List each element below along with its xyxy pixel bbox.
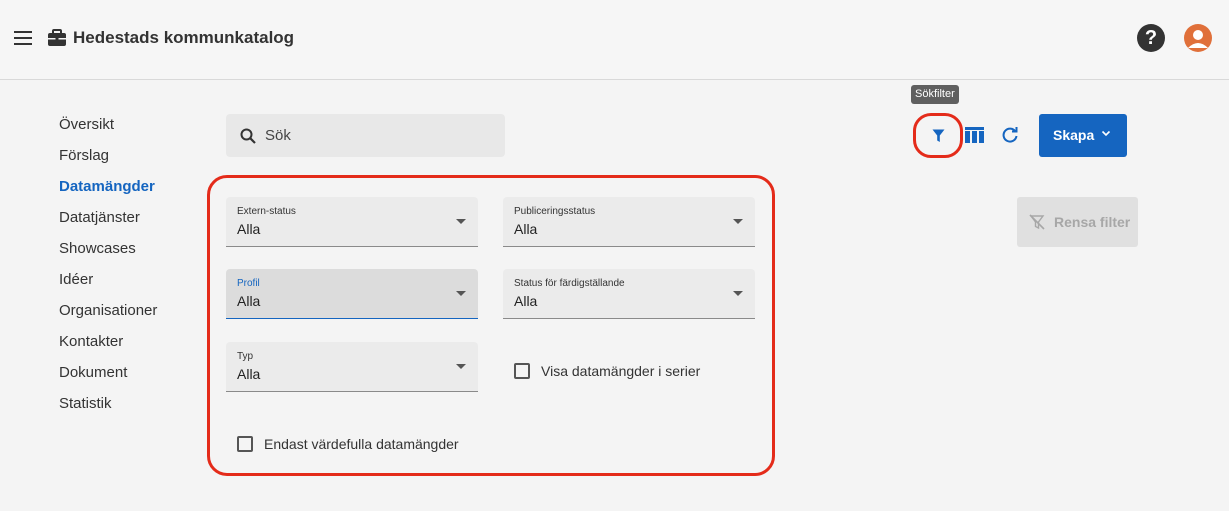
create-button[interactable]: Skapa xyxy=(1039,114,1127,157)
dropdown-arrow-icon xyxy=(456,364,466,369)
dropdown-arrow-icon xyxy=(733,291,743,296)
typ-select[interactable]: Typ Alla xyxy=(226,342,478,392)
visa-serier-label: Visa datamängder i serier xyxy=(541,363,701,379)
profil-label: Profil xyxy=(237,278,260,289)
sidebar-item-forslag[interactable]: Förslag xyxy=(59,145,157,176)
filter-icon xyxy=(932,129,945,142)
clear-filter-button[interactable]: Rensa filter xyxy=(1017,197,1138,247)
endast-vardefulla-checkbox-row[interactable]: Endast värdefulla datamängder xyxy=(237,436,459,452)
sidebar-item-dokument[interactable]: Dokument xyxy=(59,362,157,393)
sidebar-item-kontakter[interactable]: Kontakter xyxy=(59,331,157,362)
sidebar-item-organisationer[interactable]: Organisationer xyxy=(59,300,157,331)
filter-button[interactable] xyxy=(913,113,963,158)
chevron-down-icon xyxy=(1101,130,1111,137)
search-icon xyxy=(240,128,256,144)
search-input[interactable] xyxy=(265,114,495,157)
menu-icon[interactable] xyxy=(14,31,32,45)
extern-status-label: Extern-status xyxy=(237,206,296,217)
sidebar-item-datatjanster[interactable]: Datatjänster xyxy=(59,207,157,238)
extern-status-select[interactable]: Extern-status Alla xyxy=(226,197,478,247)
sidebar-nav: Översikt Förslag Datamängder Datatjänste… xyxy=(59,114,157,424)
extern-status-value: Alla xyxy=(237,221,261,237)
endast-vardefulla-checkbox[interactable] xyxy=(237,436,253,452)
refresh-icon[interactable] xyxy=(1001,126,1019,144)
sidebar-item-showcases[interactable]: Showcases xyxy=(59,238,157,269)
publiceringsstatus-value: Alla xyxy=(514,221,538,237)
dropdown-arrow-icon xyxy=(733,219,743,224)
columns-icon[interactable] xyxy=(965,127,984,143)
sidebar-item-oversikt[interactable]: Översikt xyxy=(59,114,157,145)
typ-value: Alla xyxy=(237,366,261,382)
status-fardigstallande-label: Status för färdigställande xyxy=(514,278,625,289)
sidebar-item-datamangder[interactable]: Datamängder xyxy=(59,176,157,207)
briefcase-icon xyxy=(48,29,66,46)
typ-label: Typ xyxy=(237,351,254,362)
status-fardigstallande-select[interactable]: Status för färdigställande Alla xyxy=(503,269,755,319)
clear-filter-label: Rensa filter xyxy=(1054,214,1131,230)
visa-serier-checkbox-row[interactable]: Visa datamängder i serier xyxy=(514,363,700,379)
create-button-label: Skapa xyxy=(1053,127,1095,143)
help-icon[interactable]: ? xyxy=(1137,24,1165,52)
endast-vardefulla-label: Endast värdefulla datamängder xyxy=(264,436,459,452)
status-fardigstallande-value: Alla xyxy=(514,293,538,309)
avatar-icon[interactable] xyxy=(1184,24,1212,52)
app-header: Hedestads kommunkatalog ? xyxy=(0,0,1229,80)
filter-tooltip: Sökfilter xyxy=(911,85,959,104)
profil-select[interactable]: Profil Alla xyxy=(226,269,478,319)
visa-serier-checkbox[interactable] xyxy=(514,363,530,379)
publiceringsstatus-select[interactable]: Publiceringsstatus Alla xyxy=(503,197,755,247)
publiceringsstatus-label: Publiceringsstatus xyxy=(514,206,596,217)
app-title: Hedestads kommunkatalog xyxy=(73,28,295,47)
dropdown-arrow-icon xyxy=(456,219,466,224)
sidebar-item-ideer[interactable]: Idéer xyxy=(59,269,157,300)
search-box xyxy=(226,114,505,157)
clear-filter-icon xyxy=(1029,214,1045,230)
sidebar-item-statistik[interactable]: Statistik xyxy=(59,393,157,424)
dropdown-arrow-icon xyxy=(456,291,466,296)
profil-value: Alla xyxy=(237,293,261,309)
